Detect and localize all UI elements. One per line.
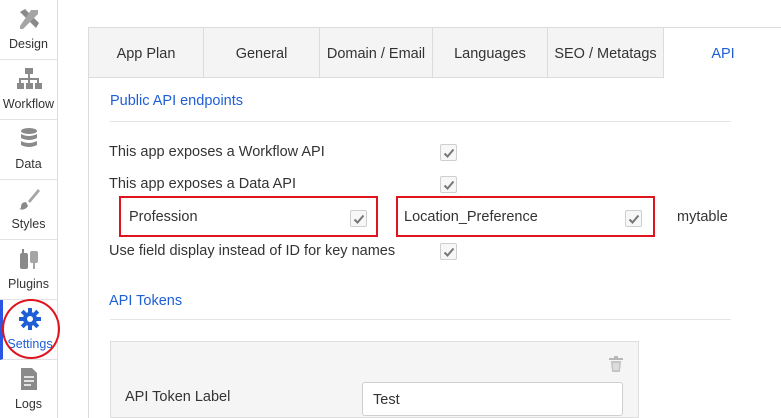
sidebar-item-logs[interactable]: Logs — [0, 360, 57, 418]
field-profession-checkbox[interactable] — [350, 210, 367, 227]
sidebar-item-label: Logs — [14, 397, 43, 411]
trash-icon[interactable] — [609, 356, 623, 377]
public-api-section-title: Public API endpoints — [110, 93, 244, 109]
plug-icon — [0, 246, 57, 272]
api-tokens-section-title: API Tokens — [109, 293, 183, 309]
sidebar-item-plugins[interactable]: Plugins — [0, 240, 57, 300]
field-profession-label: Profession — [129, 209, 198, 225]
field-location-preference-label: Location_Preference — [404, 209, 538, 225]
sidebar-item-data[interactable]: Data — [0, 120, 57, 180]
database-icon — [0, 126, 57, 152]
checkmark-icon — [353, 214, 365, 224]
workflow-api-label: This app exposes a Workflow API — [109, 144, 325, 160]
tab-general[interactable]: General — [204, 28, 320, 78]
sidebar-item-label: Styles — [11, 217, 46, 231]
settings-tabs: App Plan General Domain / Email Language… — [89, 28, 781, 79]
sidebar-item-label: Plugins — [8, 277, 49, 291]
table-name-label: mytable — [677, 209, 728, 225]
field-display-label: Use field display instead of ID for key … — [109, 243, 396, 259]
checkmark-icon — [443, 180, 455, 190]
tab-languages[interactable]: Languages — [433, 28, 548, 78]
field-location-preference-checkbox[interactable] — [625, 210, 642, 227]
design-icon — [0, 6, 57, 32]
field-display-checkbox[interactable] — [440, 243, 457, 260]
sidebar-item-label: Data — [15, 157, 42, 171]
tab-api[interactable]: API — [664, 28, 781, 79]
section-divider — [110, 319, 731, 320]
tab-domain-email[interactable]: Domain / Email — [320, 28, 433, 78]
checkmark-icon — [443, 247, 455, 257]
tab-app-plan[interactable]: App Plan — [89, 28, 204, 78]
checkmark-icon — [628, 214, 640, 224]
sidebar-item-design[interactable]: Design — [0, 0, 57, 60]
settings-highlight-circle — [2, 299, 60, 359]
workflow-icon — [0, 66, 57, 92]
document-icon — [0, 366, 57, 392]
data-api-checkbox[interactable] — [440, 176, 457, 193]
checkmark-icon — [443, 148, 455, 158]
brush-icon — [0, 186, 57, 212]
sidebar-item-label: Design — [9, 37, 48, 51]
data-api-label: This app exposes a Data API — [109, 176, 296, 192]
tab-seo-metatags[interactable]: SEO / Metatags — [548, 28, 664, 78]
workflow-api-checkbox[interactable] — [440, 144, 457, 161]
sidebar-item-label: Workflow — [2, 97, 55, 111]
section-divider — [110, 121, 731, 122]
sidebar-item-styles[interactable]: Styles — [0, 180, 57, 240]
api-token-label: API Token Label — [125, 389, 231, 405]
sidebar-item-workflow[interactable]: Workflow — [0, 60, 57, 120]
api-token-input[interactable]: Test — [362, 382, 623, 416]
